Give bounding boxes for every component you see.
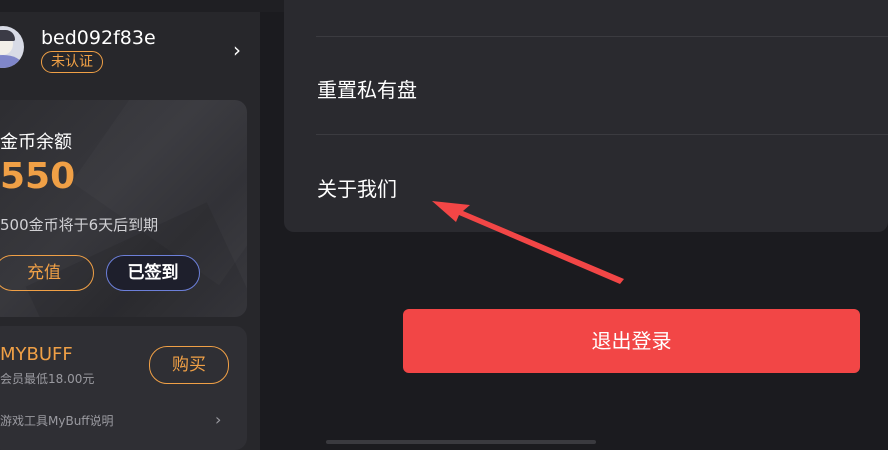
annotation-arrow-icon [432, 201, 624, 284]
